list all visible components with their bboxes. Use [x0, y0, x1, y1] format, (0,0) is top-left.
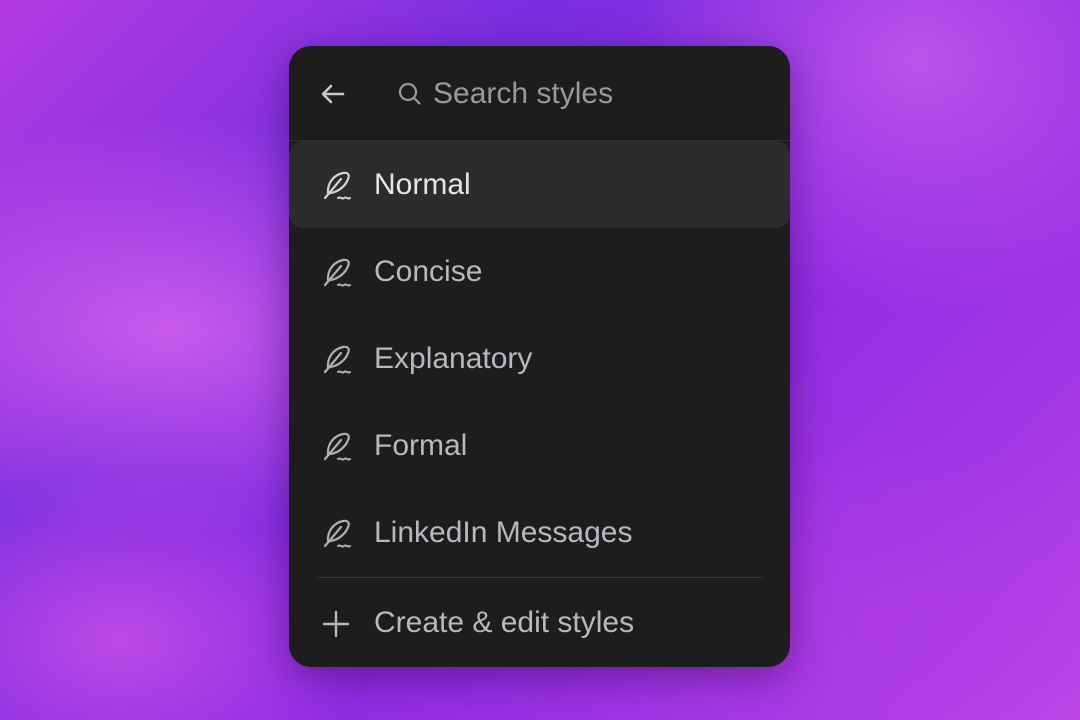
- style-item-label: Concise: [374, 255, 483, 288]
- search-icon: [397, 81, 423, 107]
- style-item-label: Explanatory: [374, 342, 533, 375]
- style-item-linkedin-messages[interactable]: LinkedIn Messages: [289, 489, 790, 576]
- feather-pen-icon: [323, 171, 351, 200]
- divider: [317, 577, 762, 578]
- search-header: [289, 46, 790, 141]
- style-item-label: LinkedIn Messages: [374, 516, 633, 549]
- feather-pen-icon: [323, 345, 351, 374]
- feather-pen-icon: [323, 432, 351, 461]
- search-input[interactable]: [433, 77, 733, 111]
- search-field[interactable]: [397, 72, 757, 116]
- plus-icon: [322, 610, 350, 638]
- style-item-formal[interactable]: Formal: [289, 402, 790, 489]
- style-item-normal[interactable]: Normal: [289, 141, 790, 228]
- back-button[interactable]: [317, 78, 349, 110]
- style-item-label: Normal: [374, 168, 471, 201]
- style-item-concise[interactable]: Concise: [289, 228, 790, 315]
- style-item-explanatory[interactable]: Explanatory: [289, 315, 790, 402]
- create-edit-styles-label: Create & edit styles: [374, 606, 635, 639]
- style-picker-panel: Normal Concise Explanatory Fo: [289, 46, 790, 667]
- style-list: Normal Concise Explanatory Formal Linked…: [289, 141, 790, 576]
- feather-pen-icon: [323, 258, 351, 287]
- feather-pen-icon: [323, 519, 351, 548]
- style-item-label: Formal: [374, 429, 468, 462]
- arrow-left-icon: [321, 84, 345, 104]
- create-edit-styles-button[interactable]: Create & edit styles: [289, 579, 790, 667]
